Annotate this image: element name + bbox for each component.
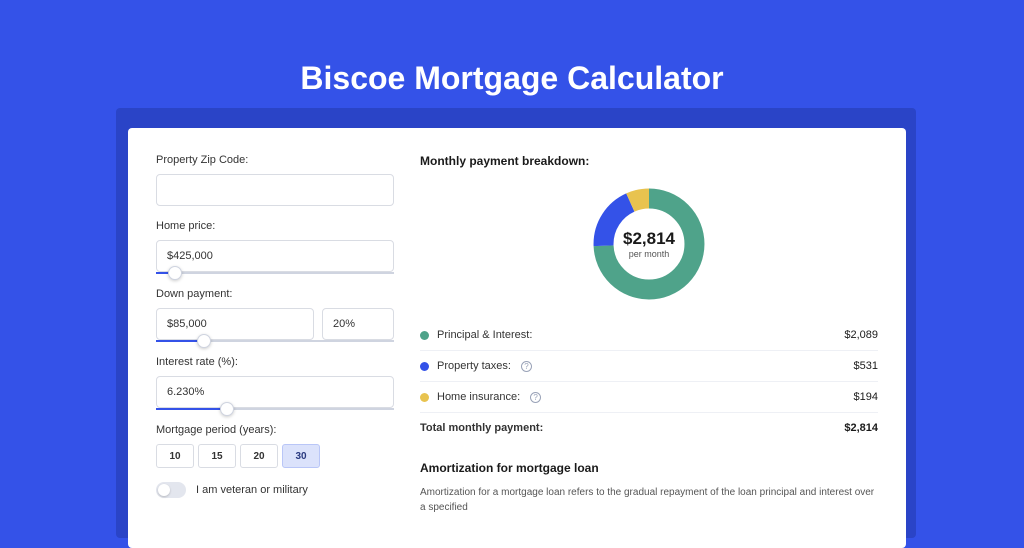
zip-label: Property Zip Code: (156, 154, 394, 166)
breakdown-title: Monthly payment breakdown: (420, 154, 878, 168)
legend-row: Principal & Interest: $2,089 (420, 320, 878, 350)
legend-dot (420, 331, 429, 340)
help-icon[interactable]: ? (521, 361, 532, 372)
down-payment-slider[interactable] (156, 340, 394, 342)
donut-chart: $2,814 per month (589, 184, 709, 304)
legend-total-value: $2,814 (844, 422, 878, 434)
donut-wrap: $2,814 per month (420, 174, 878, 320)
interest-rate-input[interactable] (156, 376, 394, 408)
period-button-15[interactable]: 15 (198, 444, 236, 468)
veteran-label: I am veteran or military (196, 484, 308, 496)
form-column: Property Zip Code: Home price: Down paym… (156, 154, 394, 522)
interest-rate-slider[interactable] (156, 408, 394, 410)
legend-value: $2,089 (844, 329, 878, 341)
donut-amount: $2,814 (623, 229, 675, 249)
legend-total-row: Total monthly payment: $2,814 (420, 412, 878, 443)
down-payment-percent-input[interactable] (322, 308, 394, 340)
legend-dot (420, 362, 429, 371)
calculator-card: Property Zip Code: Home price: Down paym… (128, 128, 906, 548)
home-price-slider[interactable] (156, 272, 394, 274)
period-field: Mortgage period (years): 10152030 (156, 424, 394, 468)
zip-input[interactable] (156, 174, 394, 206)
down-payment-field: Down payment: (156, 288, 394, 342)
home-price-input[interactable] (156, 240, 394, 272)
legend-dot (420, 393, 429, 402)
down-payment-amount-input[interactable] (156, 308, 314, 340)
period-button-30[interactable]: 30 (282, 444, 320, 468)
legend-row: Property taxes:? $531 (420, 350, 878, 381)
period-button-10[interactable]: 10 (156, 444, 194, 468)
slider-fill (156, 408, 227, 410)
legend-row: Home insurance:? $194 (420, 381, 878, 412)
interest-rate-field: Interest rate (%): (156, 356, 394, 410)
slider-thumb[interactable] (197, 334, 211, 348)
legend-label: Property taxes: (437, 360, 511, 372)
legend-total-label: Total monthly payment: (420, 422, 543, 434)
home-price-field: Home price: (156, 220, 394, 274)
period-button-20[interactable]: 20 (240, 444, 278, 468)
slider-thumb[interactable] (220, 402, 234, 416)
donut-sub: per month (629, 249, 670, 259)
amortization-title: Amortization for mortgage loan (420, 461, 878, 475)
veteran-toggle-row: I am veteran or military (156, 482, 394, 498)
legend-value: $531 (854, 360, 878, 372)
interest-rate-label: Interest rate (%): (156, 356, 394, 368)
page-title: Biscoe Mortgage Calculator (0, 0, 1024, 125)
veteran-toggle[interactable] (156, 482, 186, 498)
legend-label: Principal & Interest: (437, 329, 532, 341)
home-price-label: Home price: (156, 220, 394, 232)
toggle-knob (158, 484, 170, 496)
legend-label: Home insurance: (437, 391, 520, 403)
down-payment-label: Down payment: (156, 288, 394, 300)
amortization-text: Amortization for a mortgage loan refers … (420, 485, 878, 515)
legend-value: $194 (854, 391, 878, 403)
period-label: Mortgage period (years): (156, 424, 394, 436)
help-icon[interactable]: ? (530, 392, 541, 403)
slider-thumb[interactable] (168, 266, 182, 280)
zip-field: Property Zip Code: (156, 154, 394, 206)
breakdown-column: Monthly payment breakdown: $2,814 per mo… (420, 154, 878, 522)
donut-center: $2,814 per month (589, 184, 709, 304)
